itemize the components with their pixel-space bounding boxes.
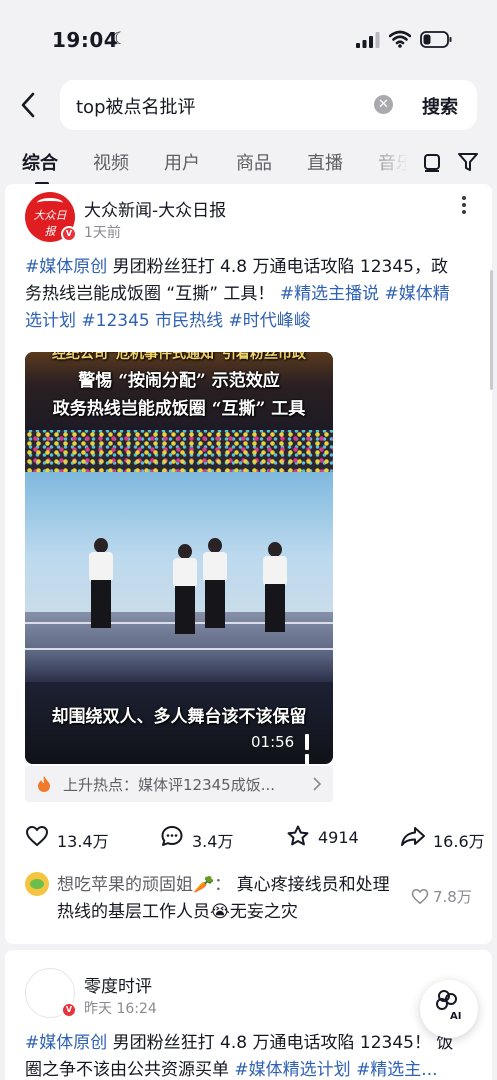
cellular-signal-icon [356, 32, 380, 48]
author-name[interactable]: 大众新闻-大众日报 [84, 196, 226, 221]
stage-lights [25, 430, 333, 472]
flame-icon [38, 776, 50, 792]
video-caption-line2: 政务热线岂能成饭圈 “互撕” 工具 [52, 399, 306, 419]
video-caption-line1: 警惕 “按闹分配” 示范效应 [78, 371, 280, 391]
hashtag-link[interactable]: #媒体精选计划 [234, 1060, 350, 1080]
tab-comprehensive[interactable]: 综合 [22, 149, 58, 175]
post-text-line: 圈之争不该由公共资源买单 #媒体精选计划 #精选主... [25, 1057, 475, 1080]
like-button[interactable]: 13.4万 [25, 824, 115, 852]
search-button[interactable]: 搜索 [422, 93, 458, 119]
scroll-indicator [490, 270, 493, 390]
heart-icon [411, 888, 429, 905]
hashtag-link[interactable]: #媒体原创 [25, 1033, 107, 1053]
post-text-segment: 圈之争不该由公共资源买单 [25, 1060, 235, 1080]
list-view-icon[interactable] [423, 152, 441, 172]
hashtag-link[interactable]: #媒体精 [384, 284, 449, 304]
back-arrow-icon[interactable] [18, 90, 38, 120]
do-not-disturb-icon: ☾ [112, 29, 128, 49]
status-bar: 19:04 ☾ [0, 0, 497, 76]
ai-assistant-button[interactable]: AI [420, 980, 478, 1038]
post-text-segment: 男团粉丝狂打 4.8 万通电话攻陷 12345！ 饭 [107, 1033, 454, 1053]
pause-icon[interactable] [305, 734, 319, 764]
share-icon [401, 827, 425, 846]
post-text-line: 选计划 #12345 市民热线 #时代峰峻 [25, 308, 475, 335]
hashtag-link[interactable]: #媒体原创 [25, 257, 107, 277]
post-text-line: 务热线岂能成饭圈 “互撕” 工具！ #精选主播说 #媒体精 [25, 281, 475, 308]
favorite-count: 4914 [318, 828, 359, 847]
post-time: 昨天 16:24 [84, 1001, 157, 1017]
comment-count: 3.4万 [192, 832, 234, 851]
share-button[interactable]: 16.6万 [400, 824, 490, 852]
hot-topic-text: 上升热点：媒体评12345成饭... [63, 776, 276, 794]
like-count: 13.4万 [57, 832, 109, 851]
post-text-line: #媒体原创 男团粉丝狂打 4.8 万通电话攻陷 12345，政 [25, 254, 475, 281]
hashtag-link[interactable]: #精选主... [356, 1060, 437, 1080]
status-time: 19:04 [52, 28, 119, 52]
post-time: 1天前 [84, 225, 121, 241]
comment-icon [161, 826, 183, 846]
clear-icon[interactable]: ✕ [374, 95, 393, 114]
favorite-button[interactable]: 4914 [286, 824, 376, 852]
post-text-segment: 男团粉丝狂打 4.8 万通电话攻陷 12345，政 [107, 257, 448, 277]
tab-live[interactable]: 直播 [307, 149, 343, 175]
search-query[interactable]: top被点名批评 [76, 93, 196, 119]
post-text[interactable]: #媒体原创 男团粉丝狂打 4.8 万通电话攻陷 12345，政 务热线岂能成饭圈 … [25, 254, 475, 335]
video-duration: 01:56 [251, 733, 295, 751]
hashtag-link[interactable]: 选计划 [25, 311, 76, 331]
post-text[interactable]: #媒体原创 男团粉丝狂打 4.8 万通电话攻陷 12345！ 饭圈之争不该由公共… [25, 1030, 475, 1080]
share-count: 16.6万 [433, 832, 485, 851]
tab-video[interactable]: 视频 [93, 149, 129, 175]
verified-badge-icon: V [61, 1002, 77, 1018]
tab-users[interactable]: 用户 [164, 149, 200, 175]
post-text-line: #媒体原创 男团粉丝狂打 4.8 万通电话攻陷 12345！ 饭 [25, 1030, 475, 1057]
category-tabs: 综合 视频 用户 商品 直播 音乐 [0, 140, 497, 184]
comment-text: 想吃苹果的顽固姐🥕： 真心疼接线员和处理热线的基层工作人员😭无妄之灾 [57, 872, 397, 926]
star-icon [287, 825, 309, 846]
video-top-region [25, 352, 333, 434]
verified-badge-icon: V [61, 226, 77, 242]
comment-like-button[interactable]: 7.8万 [411, 886, 472, 907]
comment-button[interactable]: 3.4万 [160, 824, 250, 852]
video-caption-bottom: 却围绕双人、多人舞台该不该保留 [51, 707, 307, 727]
hot-topic-bar[interactable]: 上升热点：媒体评12345成饭... [25, 766, 333, 802]
heart-icon [26, 826, 48, 846]
search-bar: top被点名批评 ✕ 搜索 [0, 78, 497, 132]
video-caption-partial: 经纪公司“危机事件式通知”引着粉丝市政 [51, 352, 307, 362]
battery-icon [420, 31, 452, 48]
chevron-right-icon [313, 777, 321, 791]
author-name[interactable]: 零度时评 [84, 972, 152, 997]
search-input[interactable]: top被点名批评 ✕ 搜索 [60, 80, 477, 130]
hashtag-link[interactable]: #精选主播说 [280, 284, 379, 304]
hashtag-link[interactable]: #时代峰峻 [229, 311, 311, 331]
commenter-avatar[interactable] [25, 872, 49, 896]
ai-label: AI [450, 1011, 462, 1022]
tab-fade-overlay [360, 140, 420, 184]
wifi-icon [389, 30, 411, 48]
filter-icon[interactable] [457, 152, 479, 172]
tab-products[interactable]: 商品 [236, 149, 272, 175]
video-player[interactable]: 经纪公司“危机事件式通知”引着粉丝市政 警惕 “按闹分配” 示范效应 政务热线岂… [25, 352, 333, 764]
post-text-segment: 务热线岂能成饭圈 “互撕” 工具！ [25, 284, 280, 304]
more-options-icon[interactable] [461, 196, 467, 216]
commenter-name[interactable]: 想吃苹果的顽固姐🥕： [57, 875, 231, 895]
comment-like-count: 7.8万 [433, 888, 472, 906]
hashtag-link[interactable]: #12345 市民热线 [81, 311, 223, 331]
post-card[interactable]: 大众日报 V 大众新闻-大众日报 1天前 #媒体原创 男团粉丝狂打 4.8 万通… [5, 184, 492, 944]
post-card[interactable]: V 零度时评 昨天 16:24 #媒体原创 男团粉丝狂打 4.8 万通电话攻陷 … [5, 950, 492, 1080]
